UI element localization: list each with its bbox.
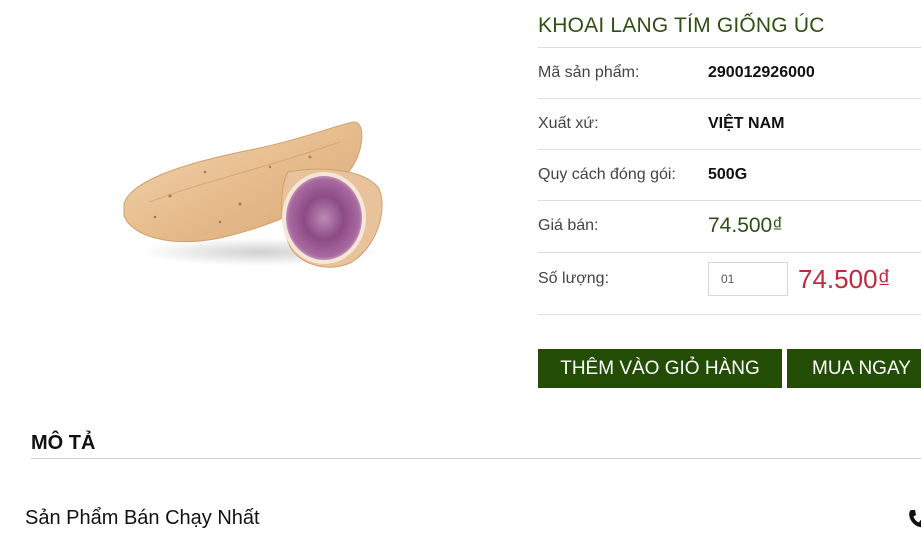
sku-label: Mã sản phẩm: xyxy=(538,64,640,81)
divider xyxy=(538,98,921,99)
packaging-value: 500G xyxy=(708,166,748,183)
sku-value: 290012926000 xyxy=(708,64,815,81)
price-label: Giá bán: xyxy=(538,217,599,234)
product-detail-page: KHOAI LANG TÍM GIỐNG ÚC Mã sản phẩm: 290… xyxy=(0,0,921,545)
divider xyxy=(538,252,921,253)
origin-value: VIỆT NAM xyxy=(708,115,785,132)
bestseller-title: Sản Phẩm Bán Chạy Nhất xyxy=(25,507,260,529)
packaging-label: Quy cách đóng gói: xyxy=(538,166,676,183)
divider xyxy=(538,314,921,315)
divider xyxy=(538,149,921,150)
add-to-cart-button[interactable]: THÊM VÀO GIỎ HÀNG xyxy=(538,349,782,388)
description-title: MÔ TẢ xyxy=(31,432,96,454)
price-value: 74.500₫ xyxy=(708,214,784,237)
buy-now-button[interactable]: MUA NGAY xyxy=(787,349,921,388)
product-image xyxy=(123,121,383,268)
divider xyxy=(538,47,921,48)
origin-label: Xuất xứ: xyxy=(538,115,599,132)
product-title: KHOAI LANG TÍM GIỐNG ÚC xyxy=(538,14,825,37)
phone-icon[interactable] xyxy=(908,509,921,529)
description-divider xyxy=(31,458,921,459)
total-price: 74.500₫ xyxy=(798,264,891,294)
quantity-input[interactable] xyxy=(708,262,788,296)
quantity-label: Số lượng: xyxy=(538,270,610,287)
divider xyxy=(538,200,921,201)
